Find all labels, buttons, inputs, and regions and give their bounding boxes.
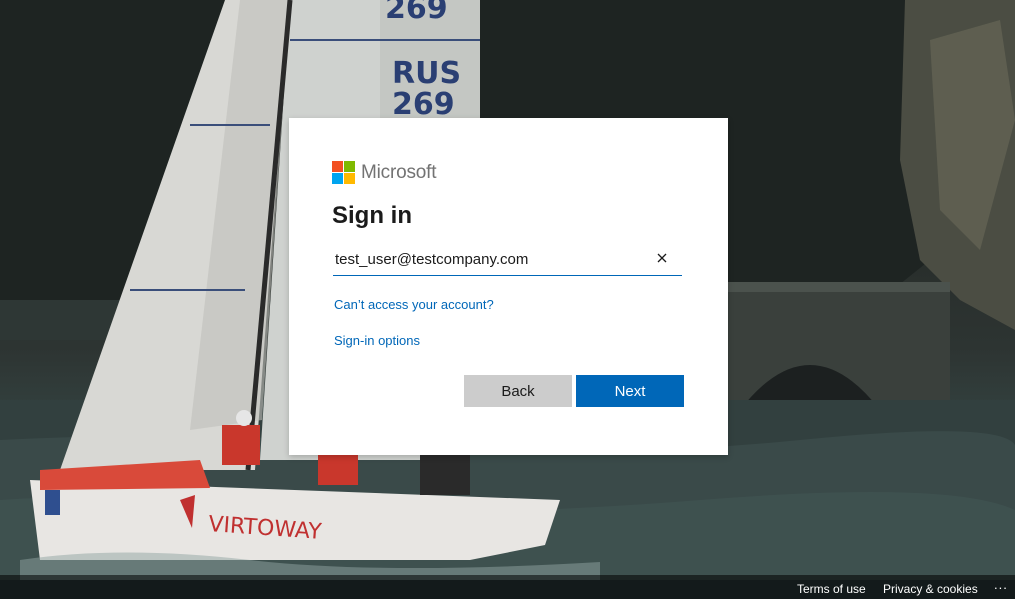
more-options-icon[interactable]: ... bbox=[994, 577, 1008, 592]
privacy-cookies-link[interactable]: Privacy & cookies bbox=[883, 582, 978, 596]
sail-number-top: 269 bbox=[385, 0, 448, 26]
microsoft-logo: Microsoft bbox=[332, 161, 436, 184]
signin-options-link[interactable]: Sign-in options bbox=[334, 333, 420, 348]
footer-bar: Terms of use Privacy & cookies ... bbox=[0, 575, 1015, 599]
microsoft-logo-icon bbox=[332, 161, 355, 184]
next-button[interactable]: Next bbox=[576, 375, 684, 407]
page-title: Sign in bbox=[332, 202, 412, 229]
microsoft-logo-text: Microsoft bbox=[361, 161, 437, 183]
email-field[interactable] bbox=[333, 244, 645, 274]
terms-of-use-link[interactable]: Terms of use bbox=[797, 582, 866, 596]
sail-country: RUS bbox=[392, 56, 461, 91]
back-button[interactable]: Back bbox=[464, 375, 572, 407]
cant-access-account-link[interactable]: Can’t access your account? bbox=[334, 297, 494, 312]
signin-card: Microsoft Sign in Can’t access your acco… bbox=[289, 118, 728, 455]
email-field-container bbox=[333, 244, 682, 276]
sail-number: 269 bbox=[392, 87, 455, 122]
close-icon[interactable] bbox=[654, 250, 670, 266]
